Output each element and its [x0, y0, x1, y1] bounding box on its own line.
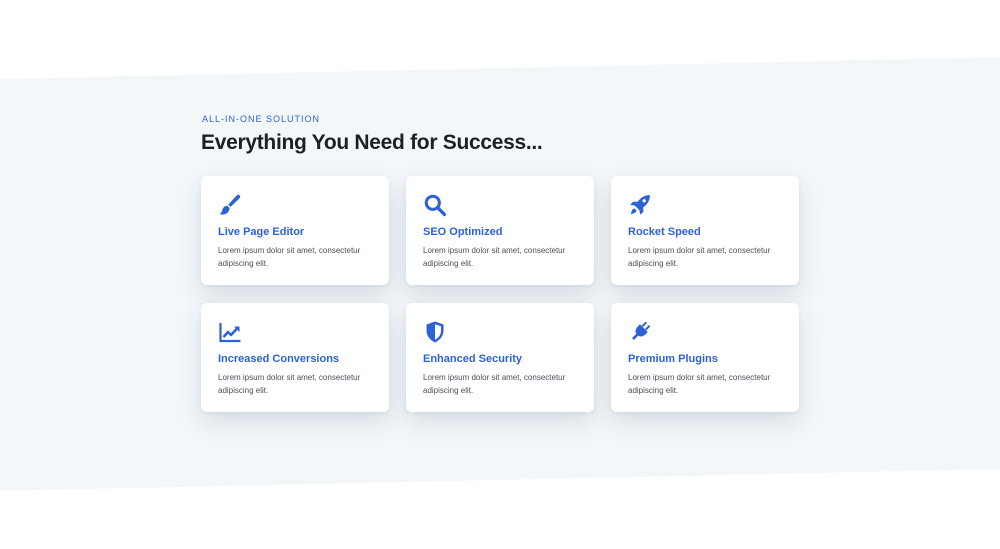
feature-title: Rocket Speed [628, 226, 701, 238]
page: ALL-IN-ONE SOLUTION Everything You Need … [0, 0, 1000, 549]
feature-card-live-page-editor[interactable]: Live Page Editor Lorem ipsum dolor sit a… [201, 176, 389, 285]
paintbrush-icon [218, 193, 242, 217]
plug-icon [628, 320, 652, 344]
search-icon [423, 193, 447, 217]
feature-description: Lorem ipsum dolor sit amet, consectetur … [628, 373, 771, 395]
feature-description: Lorem ipsum dolor sit amet, consectetur … [218, 246, 361, 268]
feature-description: Lorem ipsum dolor sit amet, consectetur … [423, 373, 566, 395]
feature-card-seo-optimized[interactable]: SEO Optimized Lorem ipsum dolor sit amet… [406, 176, 594, 285]
feature-card-increased-conversions[interactable]: Increased Conversions Lorem ipsum dolor … [201, 303, 389, 412]
feature-description: Lorem ipsum dolor sit amet, consectetur … [218, 373, 361, 395]
feature-card-enhanced-security[interactable]: Enhanced Security Lorem ipsum dolor sit … [406, 303, 594, 412]
feature-title: Premium Plugins [628, 353, 718, 365]
feature-description: Lorem ipsum dolor sit amet, consectetur … [628, 246, 771, 268]
feature-title: SEO Optimized [423, 226, 503, 238]
chart-line-icon [218, 320, 242, 344]
feature-title: Live Page Editor [218, 226, 305, 238]
feature-card-premium-plugins[interactable]: Premium Plugins Lorem ipsum dolor sit am… [611, 303, 799, 412]
feature-card-rocket-speed[interactable]: Rocket Speed Lorem ipsum dolor sit amet,… [611, 176, 799, 285]
feature-description: Lorem ipsum dolor sit amet, consectetur … [423, 246, 566, 268]
section-heading: Everything You Need for Success... [201, 131, 543, 154]
feature-title: Enhanced Security [423, 353, 523, 365]
feature-title: Increased Conversions [218, 353, 340, 365]
shield-icon [423, 320, 447, 344]
section-eyebrow: ALL-IN-ONE SOLUTION [202, 114, 321, 124]
rocket-icon [628, 193, 652, 217]
features-header: ALL-IN-ONE SOLUTION Everything You Need … [201, 114, 801, 156]
features-grid: Live Page Editor Lorem ipsum dolor sit a… [201, 176, 801, 412]
